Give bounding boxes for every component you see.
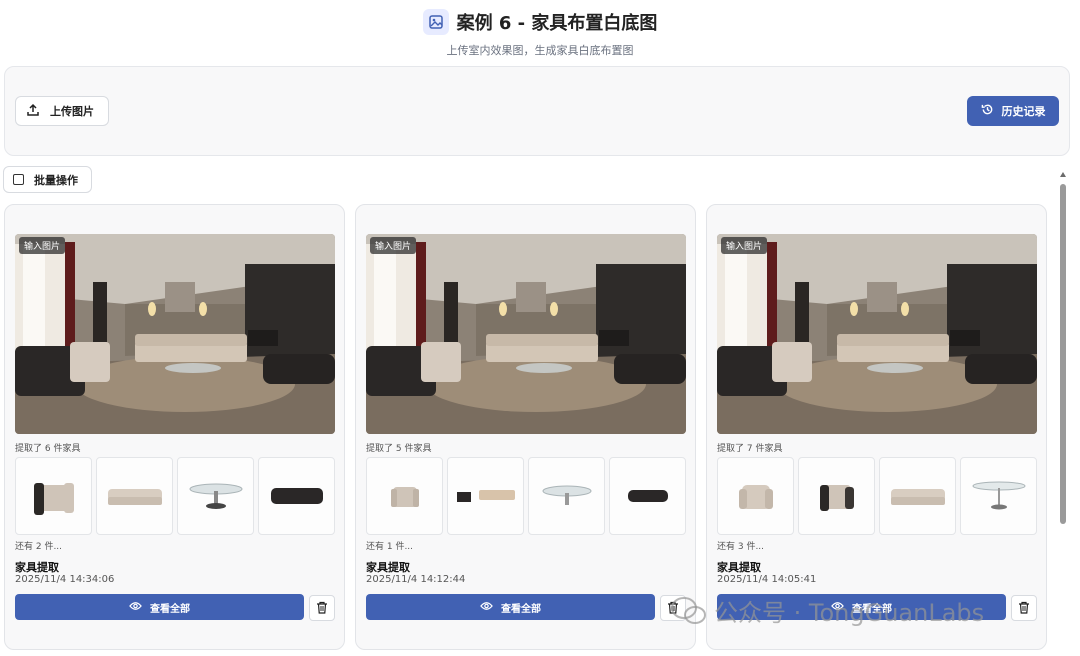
furniture-thumb[interactable] bbox=[879, 457, 956, 535]
living-room-render bbox=[366, 234, 686, 434]
armchair-icon bbox=[33, 483, 74, 515]
batch-checkbox[interactable] bbox=[13, 174, 24, 185]
furniture-thumb[interactable] bbox=[96, 457, 173, 535]
input-image-badge: 输入图片 bbox=[19, 237, 66, 254]
armchair-icon bbox=[819, 485, 854, 511]
eye-icon bbox=[129, 601, 142, 614]
page-title: 案例 6 - 家具布置白底图 bbox=[456, 13, 658, 34]
trash-icon bbox=[1018, 599, 1030, 618]
furniture-thumb[interactable] bbox=[177, 457, 254, 535]
furniture-thumbnails bbox=[717, 457, 1037, 535]
card-title: 家具提取 bbox=[366, 561, 410, 574]
input-image-badge: 输入图片 bbox=[370, 237, 417, 254]
more-count: 还有 2 件... bbox=[15, 542, 63, 552]
furniture-thumb[interactable] bbox=[366, 457, 443, 535]
view-all-label: 查看全部 bbox=[150, 603, 190, 615]
coffee-table-icon bbox=[189, 483, 242, 509]
armchair-icon bbox=[390, 487, 419, 507]
delete-button[interactable] bbox=[1011, 595, 1037, 621]
batch-operation-button[interactable]: 批量操作 bbox=[3, 166, 92, 193]
furniture-thumb[interactable] bbox=[528, 457, 605, 535]
upload-button[interactable]: 上传图片 bbox=[15, 96, 109, 126]
scrollbar-thumb[interactable] bbox=[1060, 184, 1066, 524]
card-title: 家具提取 bbox=[717, 561, 761, 574]
watermark: 公众号 · TongGuanLabs bbox=[670, 593, 984, 628]
result-card: 输入图片 提取了 6 件家具 还有 2 件... 家具提取 2025/11/4 … bbox=[4, 204, 345, 650]
extract-count: 提取了 7 件家具 bbox=[717, 444, 783, 454]
coffee-table-icon bbox=[542, 485, 591, 505]
image-icon bbox=[422, 9, 449, 35]
watermark-text: 公众号 · TongGuanLabs bbox=[714, 599, 985, 627]
scroll-up-arrow-icon[interactable] bbox=[1060, 172, 1066, 177]
room-image[interactable]: 输入图片 bbox=[717, 234, 1037, 434]
more-count: 还有 1 件... bbox=[366, 542, 414, 552]
sofa-set-icon bbox=[456, 490, 515, 502]
room-image[interactable]: 输入图片 bbox=[15, 234, 335, 434]
living-room-render bbox=[15, 234, 335, 434]
history-button[interactable]: 历史记录 bbox=[967, 96, 1059, 126]
card-title: 家具提取 bbox=[15, 561, 59, 574]
page-subtitle: 上传室内效果图，生成家具白底布置图 bbox=[446, 44, 634, 57]
furniture-thumb[interactable] bbox=[798, 457, 875, 535]
coffee-table-icon bbox=[972, 481, 1025, 510]
history-label: 历史记录 bbox=[1001, 105, 1046, 118]
title-row: 案例 6 - 家具布置白底图 bbox=[0, 6, 1080, 38]
history-icon bbox=[981, 103, 994, 119]
furniture-thumb[interactable] bbox=[609, 457, 686, 535]
living-room-render bbox=[717, 234, 1037, 434]
furniture-thumb[interactable] bbox=[447, 457, 524, 535]
trash-icon bbox=[316, 599, 328, 618]
furniture-thumb[interactable] bbox=[258, 457, 335, 535]
ottoman-icon bbox=[270, 488, 323, 504]
card-timestamp: 2025/11/4 14:34:06 bbox=[15, 574, 115, 585]
result-card: 输入图片 提取了 7 件家具 还有 3 件... 家具提取 2025/11/4 … bbox=[706, 204, 1047, 650]
batch-label: 批量操作 bbox=[34, 173, 78, 187]
card-timestamp: 2025/11/4 14:12:44 bbox=[366, 574, 466, 585]
extract-count: 提取了 6 件家具 bbox=[15, 444, 81, 454]
eye-icon bbox=[480, 601, 493, 614]
upload-label: 上传图片 bbox=[50, 105, 94, 118]
extract-count: 提取了 5 件家具 bbox=[366, 444, 432, 454]
view-all-button[interactable]: 查看全部 bbox=[15, 594, 304, 620]
furniture-thumbnails bbox=[15, 457, 335, 535]
ottoman-icon bbox=[627, 490, 668, 502]
view-all-button[interactable]: 查看全部 bbox=[366, 594, 655, 620]
card-timestamp: 2025/11/4 14:05:41 bbox=[717, 574, 817, 585]
sofa-icon bbox=[890, 489, 945, 505]
furniture-thumb[interactable] bbox=[717, 457, 794, 535]
scrollbar[interactable] bbox=[1058, 168, 1068, 656]
furniture-thumbnails bbox=[366, 457, 686, 535]
sofa-icon bbox=[107, 489, 162, 505]
armchair-icon bbox=[738, 485, 773, 509]
room-image[interactable]: 输入图片 bbox=[366, 234, 686, 434]
toolbar-panel: 上传图片 历史记录 bbox=[4, 66, 1070, 156]
page-header: 案例 6 - 家具布置白底图 上传室内效果图，生成家具白底布置图 bbox=[0, 6, 1080, 62]
more-count: 还有 3 件... bbox=[717, 542, 765, 552]
upload-icon bbox=[26, 103, 40, 120]
delete-button[interactable] bbox=[309, 595, 335, 621]
furniture-thumb[interactable] bbox=[960, 457, 1037, 535]
furniture-thumb[interactable] bbox=[15, 457, 92, 535]
result-card: 输入图片 提取了 5 件家具 还有 1 件... 家具提取 2025/11/4 … bbox=[355, 204, 696, 650]
input-image-badge: 输入图片 bbox=[721, 237, 768, 254]
view-all-label: 查看全部 bbox=[501, 603, 541, 615]
wechat-icon bbox=[671, 596, 706, 624]
